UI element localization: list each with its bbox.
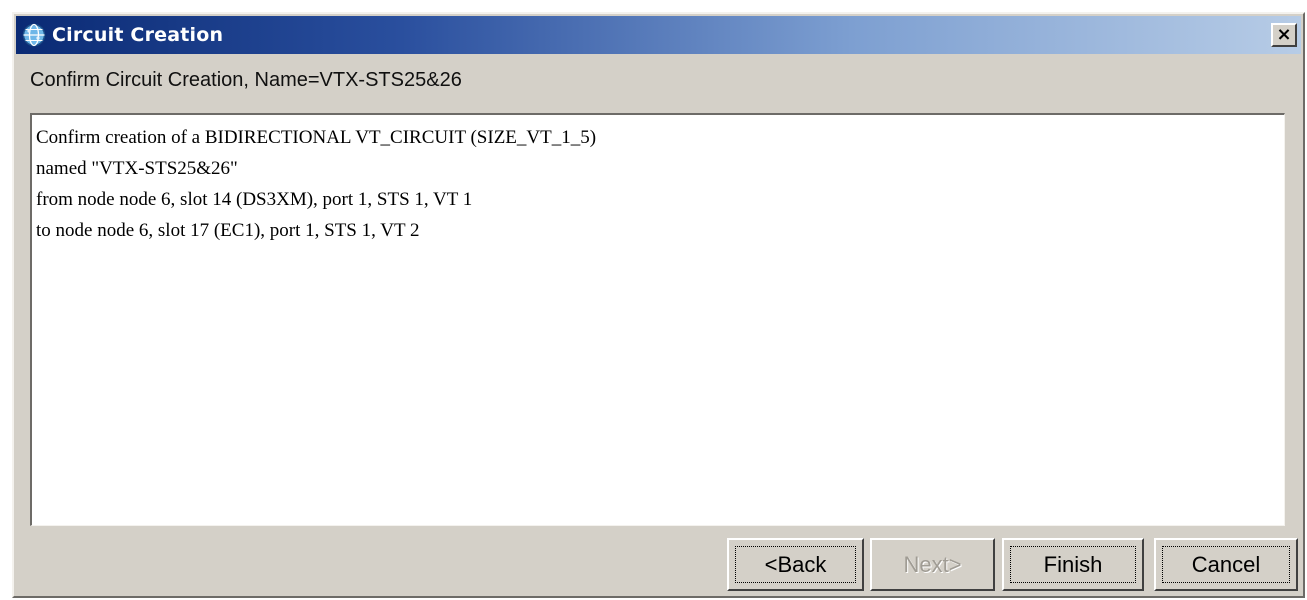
focus-outline	[735, 546, 856, 583]
message-line: from node node 6, slot 14 (DS3XM), port …	[36, 189, 473, 210]
circuit-globe-icon	[22, 23, 46, 47]
message-line: named "VTX-STS25&26"	[36, 158, 238, 179]
next-button[interactable]: Next>	[870, 538, 995, 591]
circuit-creation-dialog: Circuit Creation × Confirm Circuit Creat…	[12, 12, 1305, 598]
title-bar[interactable]: Circuit Creation ×	[16, 16, 1301, 54]
next-button-label: Next>	[903, 551, 962, 577]
confirm-subtitle: Confirm Circuit Creation, Name=VTX-STS25…	[30, 69, 462, 91]
finish-button[interactable]: Finish	[1002, 538, 1144, 591]
focus-outline	[1162, 546, 1290, 583]
back-button[interactable]: <Back	[727, 538, 864, 591]
confirmation-message-area[interactable]: Confirm creation of a BIDIRECTIONAL VT_C…	[30, 113, 1285, 526]
focus-outline	[1010, 546, 1136, 583]
message-line: Confirm creation of a BIDIRECTIONAL VT_C…	[36, 127, 597, 148]
message-line: to node node 6, slot 17 (EC1), port 1, S…	[36, 220, 420, 241]
cancel-button[interactable]: Cancel	[1154, 538, 1298, 591]
window-title: Circuit Creation	[52, 24, 224, 46]
close-button[interactable]: ×	[1271, 23, 1297, 47]
